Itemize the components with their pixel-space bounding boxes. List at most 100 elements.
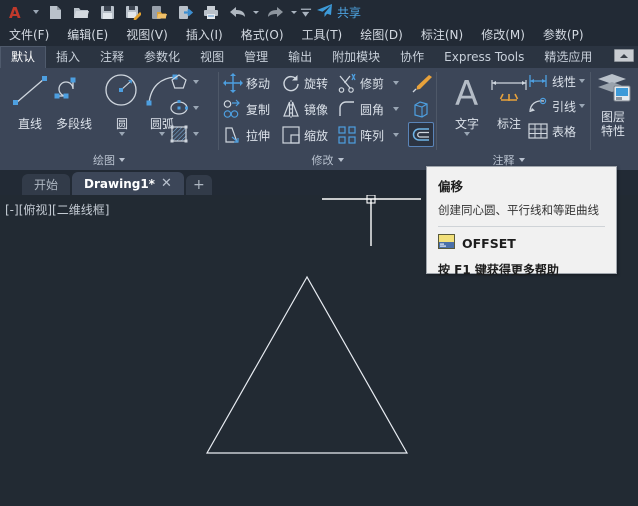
polygon-icon [168, 72, 190, 92]
annotate-leader-button[interactable]: 引线 [527, 97, 586, 115]
ribbon-tab-parametric[interactable]: 参数化 [134, 46, 190, 68]
line-icon [9, 72, 51, 114]
menu-item-draw[interactable]: 绘图(D) [351, 24, 412, 46]
app-menu-button[interactable]: A [4, 1, 30, 23]
draw-polygon-button[interactable] [168, 72, 199, 92]
modify-scale-label: 缩放 [304, 128, 329, 143]
open-folder-icon[interactable] [68, 1, 94, 23]
modify-stretch-label: 拉伸 [246, 128, 271, 143]
menu-item-tools[interactable]: 工具(T) [293, 24, 352, 46]
menu-item-modify[interactable]: 修改(M) [472, 24, 534, 46]
customize-quick-access-caret-icon[interactable] [300, 1, 312, 23]
document-tab-drawing1[interactable]: Drawing1* ✕ [72, 172, 184, 195]
ribbon-tab-collaborate[interactable]: 协作 [390, 46, 434, 68]
ribbon-panel-annotation: A 文字 标注 线性 引线 表格 注释 [437, 68, 586, 170]
triangle-shape[interactable] [205, 275, 409, 454]
annotate-text-label: 文字 [454, 117, 479, 131]
draw-ellipse-dropdown-caret-icon[interactable] [193, 106, 199, 110]
draw-polygon-dropdown-caret-icon[interactable] [193, 80, 199, 84]
move-icon [223, 73, 243, 93]
redo-icon[interactable] [262, 1, 288, 23]
ribbon-tab-addins[interactable]: 附加模块 [322, 46, 390, 68]
ribbon-tab-featured-apps[interactable]: 精选应用 [534, 46, 602, 68]
modify-match-properties-button[interactable] [411, 73, 433, 93]
redo-dropdown-caret-icon[interactable] [288, 1, 300, 23]
draw-ellipse-button[interactable] [168, 98, 199, 118]
modify-mirror-button[interactable]: 镜像 [281, 99, 328, 119]
draw-hatch-dropdown-caret-icon[interactable] [193, 132, 199, 136]
linear-dim-icon [527, 72, 549, 90]
annotate-table-button[interactable]: 表格 [527, 122, 576, 140]
layer-properties-label-line2: 特性 [600, 124, 625, 138]
undo-icon[interactable] [224, 1, 250, 23]
new-tab-button[interactable]: + [185, 175, 212, 195]
annotate-linear-dropdown-caret-icon[interactable] [579, 79, 586, 83]
ribbon-tab-annotate[interactable]: 注释 [90, 46, 134, 68]
draw-arc-dropdown-caret-icon[interactable] [159, 132, 165, 136]
menu-item-parametric[interactable]: 参数(P) [534, 24, 593, 46]
new-file-icon[interactable] [42, 1, 68, 23]
app-menu-caret-icon[interactable] [30, 1, 42, 23]
modify-array-dropdown-caret-icon[interactable] [393, 133, 400, 137]
modify-scale-button[interactable]: 缩放 [281, 125, 328, 145]
modify-panel-title[interactable]: 修改 [219, 152, 436, 168]
ellipse-icon [168, 98, 190, 118]
modify-fillet-button[interactable]: 圆角 [337, 99, 400, 119]
draw-hatch-button[interactable] [168, 124, 199, 144]
document-tab-start[interactable]: 开始 [22, 174, 71, 195]
close-icon[interactable]: ✕ [161, 177, 172, 190]
offset-icon [411, 126, 431, 143]
ribbon-tab-insert[interactable]: 插入 [46, 46, 90, 68]
draw-polyline-button[interactable]: 多段线 [48, 72, 100, 132]
layer-properties-button[interactable]: 图层 特性 [589, 72, 637, 138]
ribbon-minimize-button[interactable] [614, 49, 634, 62]
annotate-text-dropdown-caret-icon[interactable] [464, 132, 470, 136]
menu-item-edit[interactable]: 编辑(E) [58, 24, 117, 46]
draw-panel-expand-caret-icon[interactable] [119, 158, 125, 162]
modify-rotate-button[interactable]: 旋转 [281, 73, 328, 93]
ribbon-tab-manage[interactable]: 管理 [234, 46, 278, 68]
modify-move-button[interactable]: 移动 [223, 73, 270, 93]
annotate-linear-label: 线性 [552, 74, 577, 89]
modify-offset-button[interactable] [408, 122, 434, 147]
modify-panel-expand-caret-icon[interactable] [337, 158, 344, 162]
save-icon[interactable] [94, 1, 120, 23]
ribbon-tab-view[interactable]: 视图 [190, 46, 234, 68]
menu-item-format[interactable]: 格式(O) [232, 24, 293, 46]
ribbon-tab-output[interactable]: 输出 [278, 46, 322, 68]
share-icon [316, 3, 333, 22]
export-icon[interactable] [172, 1, 198, 23]
menu-item-view[interactable]: 视图(V) [117, 24, 177, 46]
annotate-leader-dropdown-caret-icon[interactable] [579, 104, 586, 108]
undo-dropdown-caret-icon[interactable] [250, 1, 262, 23]
modify-trim-button[interactable]: 修剪 [337, 73, 400, 93]
ribbon-tab-express-tools[interactable]: Express Tools [434, 46, 534, 68]
document-tab-drawing1-label: Drawing1* [84, 176, 155, 191]
share-button[interactable]: 共享 [316, 3, 361, 22]
modify-stretch-button[interactable]: 拉伸 [223, 125, 270, 145]
tooltip-divider [438, 226, 605, 227]
draw-circle-dropdown-caret-icon[interactable] [119, 132, 125, 136]
tooltip-command-row: OFFSET [438, 234, 605, 253]
open-recent-icon[interactable] [146, 1, 172, 23]
modify-solid-edit-button[interactable] [411, 99, 433, 119]
crosshair-cursor [322, 195, 421, 246]
print-icon[interactable] [198, 1, 224, 23]
menu-item-insert[interactable]: 插入(I) [177, 24, 232, 46]
modify-copy-button[interactable]: 复制 [223, 99, 270, 119]
array-icon [337, 125, 357, 145]
modify-fillet-dropdown-caret-icon[interactable] [393, 107, 400, 111]
modify-mirror-label: 镜像 [304, 102, 329, 117]
modify-trim-dropdown-caret-icon[interactable] [393, 81, 400, 85]
menu-item-file[interactable]: 文件(F) [0, 24, 58, 46]
menu-item-dimension[interactable]: 标注(N) [412, 24, 472, 46]
draw-line-label: 直线 [17, 117, 42, 131]
ribbon-tab-home[interactable]: 默认 [0, 46, 47, 68]
modify-array-button[interactable]: 阵列 [337, 125, 400, 145]
ribbon-panel-layers: 图层 特性 [591, 68, 638, 170]
save-as-icon[interactable] [120, 1, 146, 23]
draw-panel-title[interactable]: 绘图 [0, 152, 218, 168]
menu-bar: 文件(F) 编辑(E) 视图(V) 插入(I) 格式(O) 工具(T) 绘图(D… [0, 24, 638, 46]
annotation-panel-expand-caret-icon[interactable] [518, 158, 525, 162]
annotate-linear-button[interactable]: 线性 [527, 72, 586, 90]
